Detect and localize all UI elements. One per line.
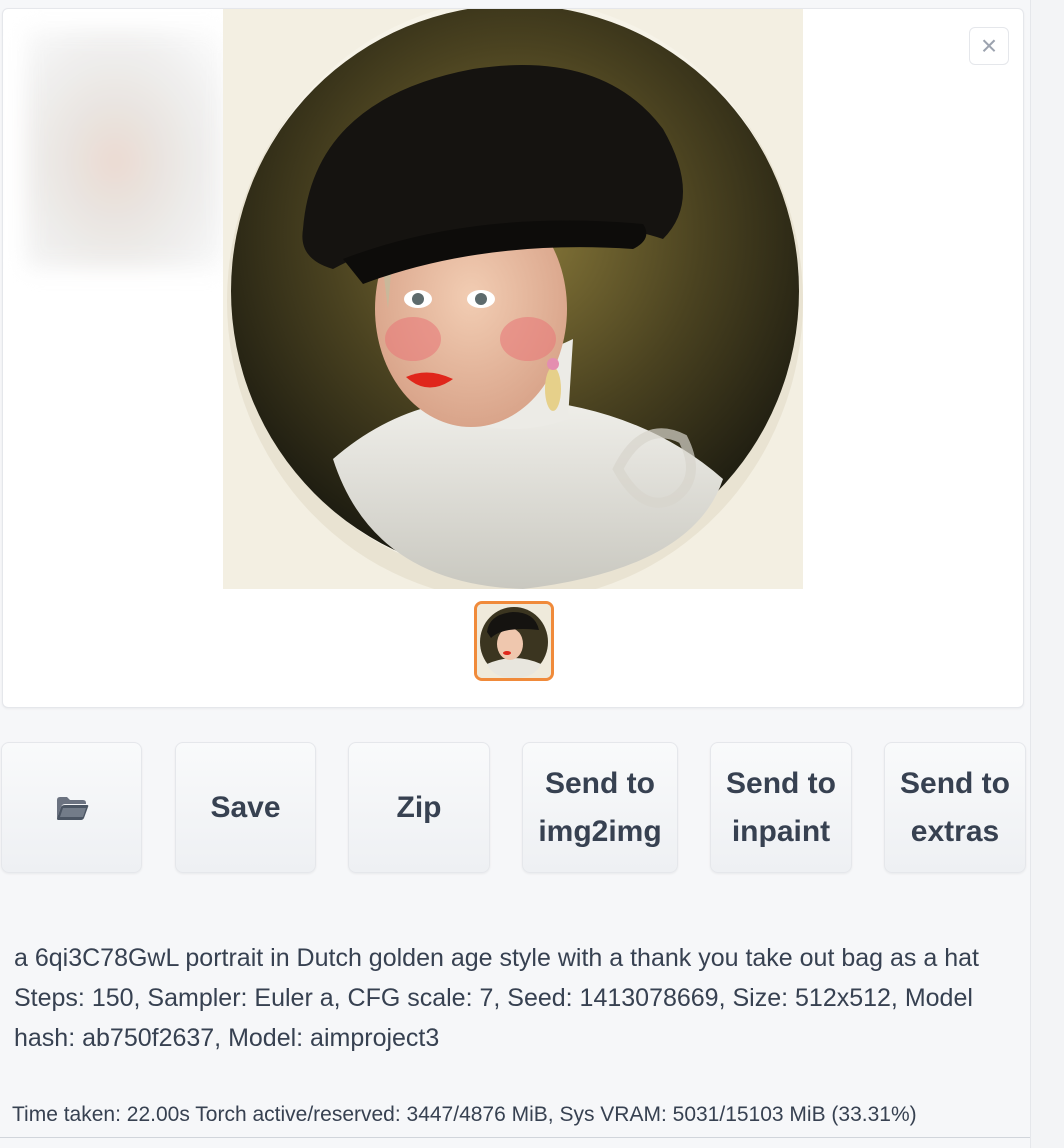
performance-info: Time taken: 22.00s Torch active/reserved…: [12, 1103, 917, 1126]
send-to-img2img-button[interactable]: Send to img2img: [522, 742, 678, 873]
parameters-text: Steps: 150, Sampler: Euler a, CFG scale:…: [14, 984, 973, 1052]
prompt-text: a 6qi3C78GwL portrait in Dutch golden ag…: [14, 944, 979, 972]
portrait-thumbnail: [477, 604, 551, 678]
gallery-thumbnail-selected[interactable]: [474, 601, 554, 681]
zip-button[interactable]: Zip: [348, 742, 490, 873]
main-output-image[interactable]: [223, 9, 803, 589]
folder-icon: [56, 796, 88, 820]
close-icon: ×: [980, 30, 998, 61]
open-folder-button[interactable]: [1, 742, 142, 873]
send-to-inpaint-button[interactable]: Send to inpaint: [710, 742, 852, 873]
right-scroll-edge: [1030, 0, 1064, 1148]
blurred-preview-image: [25, 29, 225, 269]
divider: [0, 1137, 1030, 1138]
generation-info: a 6qi3C78GwL portrait in Dutch golden ag…: [14, 938, 1004, 1058]
portrait-image: [223, 9, 803, 589]
image-gallery: ×: [2, 8, 1024, 708]
close-button[interactable]: ×: [969, 27, 1009, 65]
send-to-extras-button[interactable]: Send to extras: [884, 742, 1026, 873]
save-button[interactable]: Save: [175, 742, 316, 873]
